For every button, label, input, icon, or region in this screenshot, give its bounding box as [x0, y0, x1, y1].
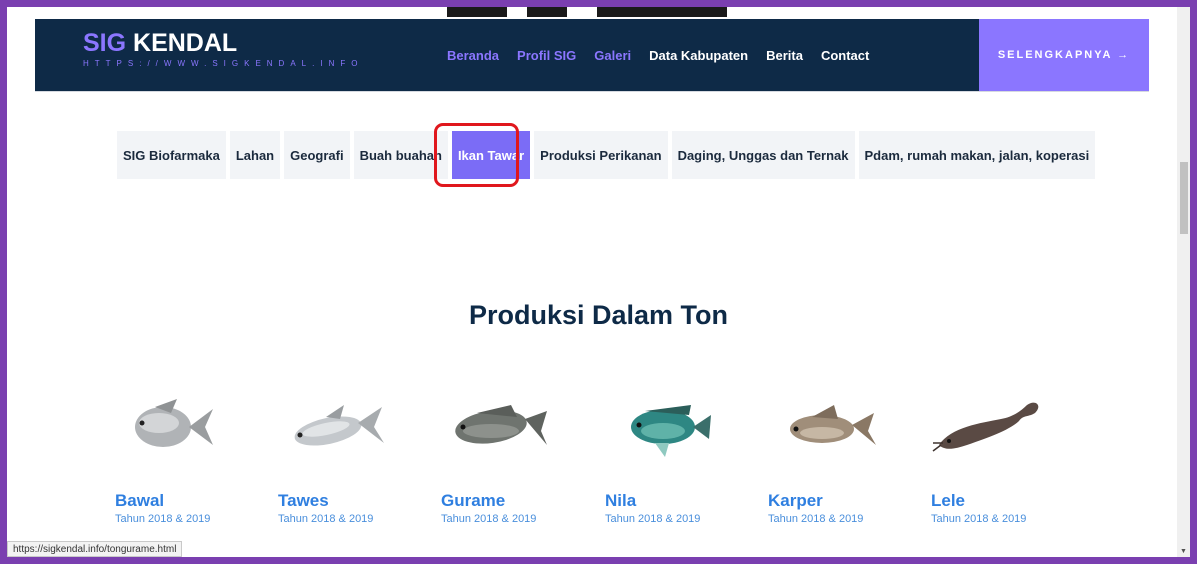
browser-viewport: SIG KENDAL HTTPS://WWW.SIGKENDAL.INFO Be…: [7, 7, 1190, 557]
brand-url: HTTPS://WWW.SIGKENDAL.INFO: [83, 59, 364, 68]
fish-subtitle: Tahun 2018 & 2019: [605, 513, 701, 525]
fish-card-nila[interactable]: Nila Tahun 2018 & 2019: [605, 387, 745, 525]
nav-link-data-kabupaten[interactable]: Data Kabupaten: [649, 48, 748, 63]
scroll-down-arrow-icon[interactable]: ▼: [1180, 548, 1187, 555]
brand-name-rest: KENDAL: [126, 29, 238, 57]
fish-card-gurame[interactable]: Gurame Tahun 2018 & 2019: [441, 387, 581, 525]
fish-subtitle: Tahun 2018 & 2019: [768, 513, 864, 525]
browser-status-bar: https://sigkendal.info/tongurame.html: [7, 541, 183, 557]
fish-card-bawal[interactable]: Bawal Tahun 2018 & 2019: [115, 387, 255, 525]
brand-name-accent: SIG: [83, 29, 127, 57]
filter-sig-biofarmaka[interactable]: SIG Biofarmaka: [117, 131, 226, 179]
filter-lahan[interactable]: Lahan: [229, 131, 281, 179]
fish-card-lele[interactable]: Lele Tahun 2018 & 2019: [931, 387, 1071, 525]
fish-name[interactable]: Karper: [768, 491, 908, 511]
lele-fish-icon: [932, 402, 1039, 452]
tawes-fish-icon: [294, 405, 384, 446]
fish-name[interactable]: Lele: [931, 491, 1071, 511]
hero-image-edge: [427, 7, 757, 19]
nav-link-beranda[interactable]: Beranda: [447, 48, 499, 63]
section-title: Produksi Dalam Ton: [468, 300, 729, 330]
top-navbar: SIG KENDAL HTTPS://WWW.SIGKENDAL.INFO Be…: [35, 19, 1149, 91]
fish-name[interactable]: Nila: [605, 491, 745, 511]
filter-daging-unggas-ternak[interactable]: Daging, Unggas dan Ternak: [671, 131, 855, 179]
bawal-fish-icon: [135, 399, 213, 447]
nav-link-berita[interactable]: Berita: [766, 48, 803, 63]
fish-subtitle: Tahun 2018 & 2019: [931, 513, 1027, 525]
fish-name[interactable]: Bawal: [115, 491, 255, 511]
fish-subtitle: Tahun 2018 & 2019: [278, 513, 374, 525]
nav-link-galeri[interactable]: Galeri: [594, 48, 631, 63]
filter-buah-buahan[interactable]: Buah buahan: [353, 131, 448, 179]
gurame-fish-icon: [455, 405, 547, 445]
filter-produksi-perikanan[interactable]: Produksi Perikanan: [534, 131, 668, 179]
selengkapnya-button[interactable]: SELENGKAPNYA →: [979, 19, 1149, 91]
fish-card-tawes[interactable]: Tawes Tahun 2018 & 2019: [278, 387, 418, 525]
filter-geografi[interactable]: Geografi: [284, 131, 350, 179]
nila-fish-icon: [631, 405, 711, 457]
brand-logo[interactable]: SIG KENDAL HTTPS://WWW.SIGKENDAL.INFO: [83, 28, 363, 68]
fish-name[interactable]: Gurame: [441, 491, 581, 511]
filter-ikan-tawar[interactable]: Ikan Tawar: [451, 131, 531, 179]
nav-link-contact[interactable]: Contact: [821, 48, 869, 63]
brand-name: SIG KENDAL: [83, 28, 363, 58]
fish-subtitle: Tahun 2018 & 2019: [441, 513, 537, 525]
nav-link-profil-sig[interactable]: Profil SIG: [517, 48, 576, 63]
scrollbar-thumb[interactable]: [1180, 162, 1188, 234]
nav-divider: [35, 91, 1149, 92]
category-filter-tabs: SIG Biofarmaka Lahan Geografi Buah buaha…: [117, 131, 1096, 179]
fish-subtitle: Tahun 2018 & 2019: [115, 513, 211, 525]
vertical-scrollbar[interactable]: ▼: [1177, 7, 1190, 557]
filter-pdam-rumah-makan[interactable]: Pdam, rumah makan, jalan, koperasi: [858, 131, 1096, 179]
fish-name[interactable]: Tawes: [278, 491, 418, 511]
karper-fish-icon: [790, 405, 876, 445]
fish-card-karper[interactable]: Karper Tahun 2018 & 2019: [768, 387, 908, 525]
nav-links: Beranda Profil SIG Galeri Data Kabupaten…: [447, 19, 887, 91]
